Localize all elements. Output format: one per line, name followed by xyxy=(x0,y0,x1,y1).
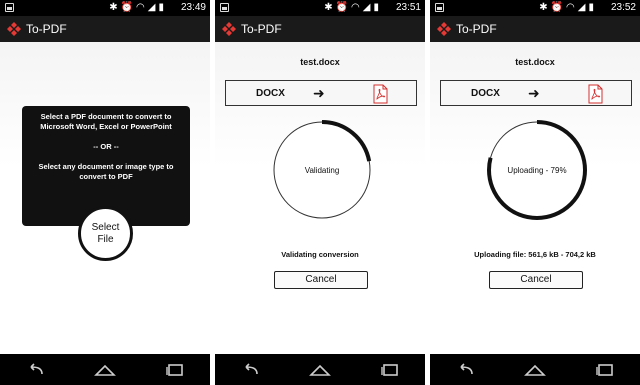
pdf-file-icon xyxy=(588,84,603,104)
bluetooth-icon: ✱ xyxy=(109,2,118,13)
app-logo-icon xyxy=(437,22,451,36)
alarm-icon: ⏰ xyxy=(550,2,564,13)
status-time: 23:51 xyxy=(395,2,421,13)
signal-icon: ◢ xyxy=(362,2,371,13)
tooltip-line-2: Microsoft Word, Excel or PowerPoint xyxy=(40,122,172,131)
image-notification-icon xyxy=(5,3,14,12)
arrow-right-icon: ➜ xyxy=(313,85,325,101)
progress-label: Validating xyxy=(304,165,340,175)
battery-icon: ▮ xyxy=(373,2,379,13)
source-format: DOCX xyxy=(471,88,500,99)
tooltip-or: -- OR -- xyxy=(93,142,119,151)
status-message: Uploading file: 561,6 kB - 704,2 kB xyxy=(474,250,596,259)
image-notification-icon xyxy=(435,3,444,12)
cancel-button[interactable]: Cancel xyxy=(274,271,368,289)
main-content: Select a PDF document to convert to Micr… xyxy=(0,42,210,354)
battery-icon: ▮ xyxy=(158,2,164,13)
wifi-icon: ◠ xyxy=(351,2,360,13)
app-title: To-PDF xyxy=(26,22,67,36)
navigation-bar xyxy=(0,354,210,385)
alarm-icon: ⏰ xyxy=(335,2,349,13)
main-content: test.docx DOCX ➜ Uploading - 79% Uploadi… xyxy=(430,42,640,354)
app-title: To-PDF xyxy=(241,22,282,36)
status-bar: ✱ ⏰ ◠ ◢ ▮ 23:51 xyxy=(215,0,425,16)
source-format: DOCX xyxy=(256,88,285,99)
app-bar: To-PDF xyxy=(215,16,425,42)
phone-screen-validating: ✱ ⏰ ◠ ◢ ▮ 23:51 To-PDF test.docx DOCX ➜ xyxy=(215,0,425,385)
phone-screen-select-file: ✱ ⏰ ◠ ◢ ▮ 23:49 To-PDF Select a PDF docu… xyxy=(0,0,210,385)
status-time: 23:49 xyxy=(180,2,206,13)
file-name: test.docx xyxy=(300,57,340,67)
select-file-label-2: File xyxy=(97,233,114,245)
cancel-button[interactable]: Cancel xyxy=(489,271,583,289)
recents-icon[interactable] xyxy=(164,361,186,379)
file-name: test.docx xyxy=(515,57,555,67)
home-icon[interactable] xyxy=(94,361,116,379)
main-content: test.docx DOCX ➜ Validating Validating c… xyxy=(215,42,425,354)
tooltip-line-1: Select a PDF document to convert to xyxy=(40,112,172,121)
app-bar: To-PDF xyxy=(0,16,210,42)
bluetooth-icon: ✱ xyxy=(539,2,548,13)
alarm-icon: ⏰ xyxy=(120,2,134,13)
home-icon[interactable] xyxy=(524,361,546,379)
battery-icon: ▮ xyxy=(588,2,594,13)
arrow-right-icon: ➜ xyxy=(528,85,540,101)
navigation-bar xyxy=(215,354,425,385)
status-bar: ✱ ⏰ ◠ ◢ ▮ 23:52 xyxy=(430,0,640,16)
navigation-bar xyxy=(430,354,640,385)
status-bar: ✱ ⏰ ◠ ◢ ▮ 23:49 xyxy=(0,0,210,16)
back-icon[interactable] xyxy=(239,361,261,379)
signal-icon: ◢ xyxy=(577,2,586,13)
bluetooth-icon: ✱ xyxy=(324,2,333,13)
app-title: To-PDF xyxy=(456,22,497,36)
app-logo-icon xyxy=(7,22,21,36)
status-message: Validating conversion xyxy=(281,250,359,259)
conversion-box: DOCX ➜ xyxy=(225,80,417,106)
tooltip-line-4: convert to PDF xyxy=(79,172,133,181)
tooltip-line-3: Select any document or image type to xyxy=(38,162,174,171)
app-bar: To-PDF xyxy=(430,16,640,42)
home-icon[interactable] xyxy=(309,361,331,379)
conversion-box: DOCX ➜ xyxy=(440,80,632,106)
select-file-button[interactable]: Select File xyxy=(78,206,133,261)
wifi-icon: ◠ xyxy=(136,2,145,13)
image-notification-icon xyxy=(220,3,229,12)
progress-label: Uploading - 79% xyxy=(507,165,567,175)
select-file-label-1: Select xyxy=(91,221,120,233)
recents-icon[interactable] xyxy=(594,361,616,379)
wifi-icon: ◠ xyxy=(566,2,575,13)
pdf-file-icon xyxy=(373,84,388,104)
signal-icon: ◢ xyxy=(147,2,156,13)
phone-screen-uploading: ✱ ⏰ ◠ ◢ ▮ 23:52 To-PDF test.docx DOCX ➜ xyxy=(430,0,640,385)
back-icon[interactable] xyxy=(24,361,46,379)
back-icon[interactable] xyxy=(454,361,476,379)
app-logo-icon xyxy=(222,22,236,36)
recents-icon[interactable] xyxy=(379,361,401,379)
status-time: 23:52 xyxy=(610,2,636,13)
